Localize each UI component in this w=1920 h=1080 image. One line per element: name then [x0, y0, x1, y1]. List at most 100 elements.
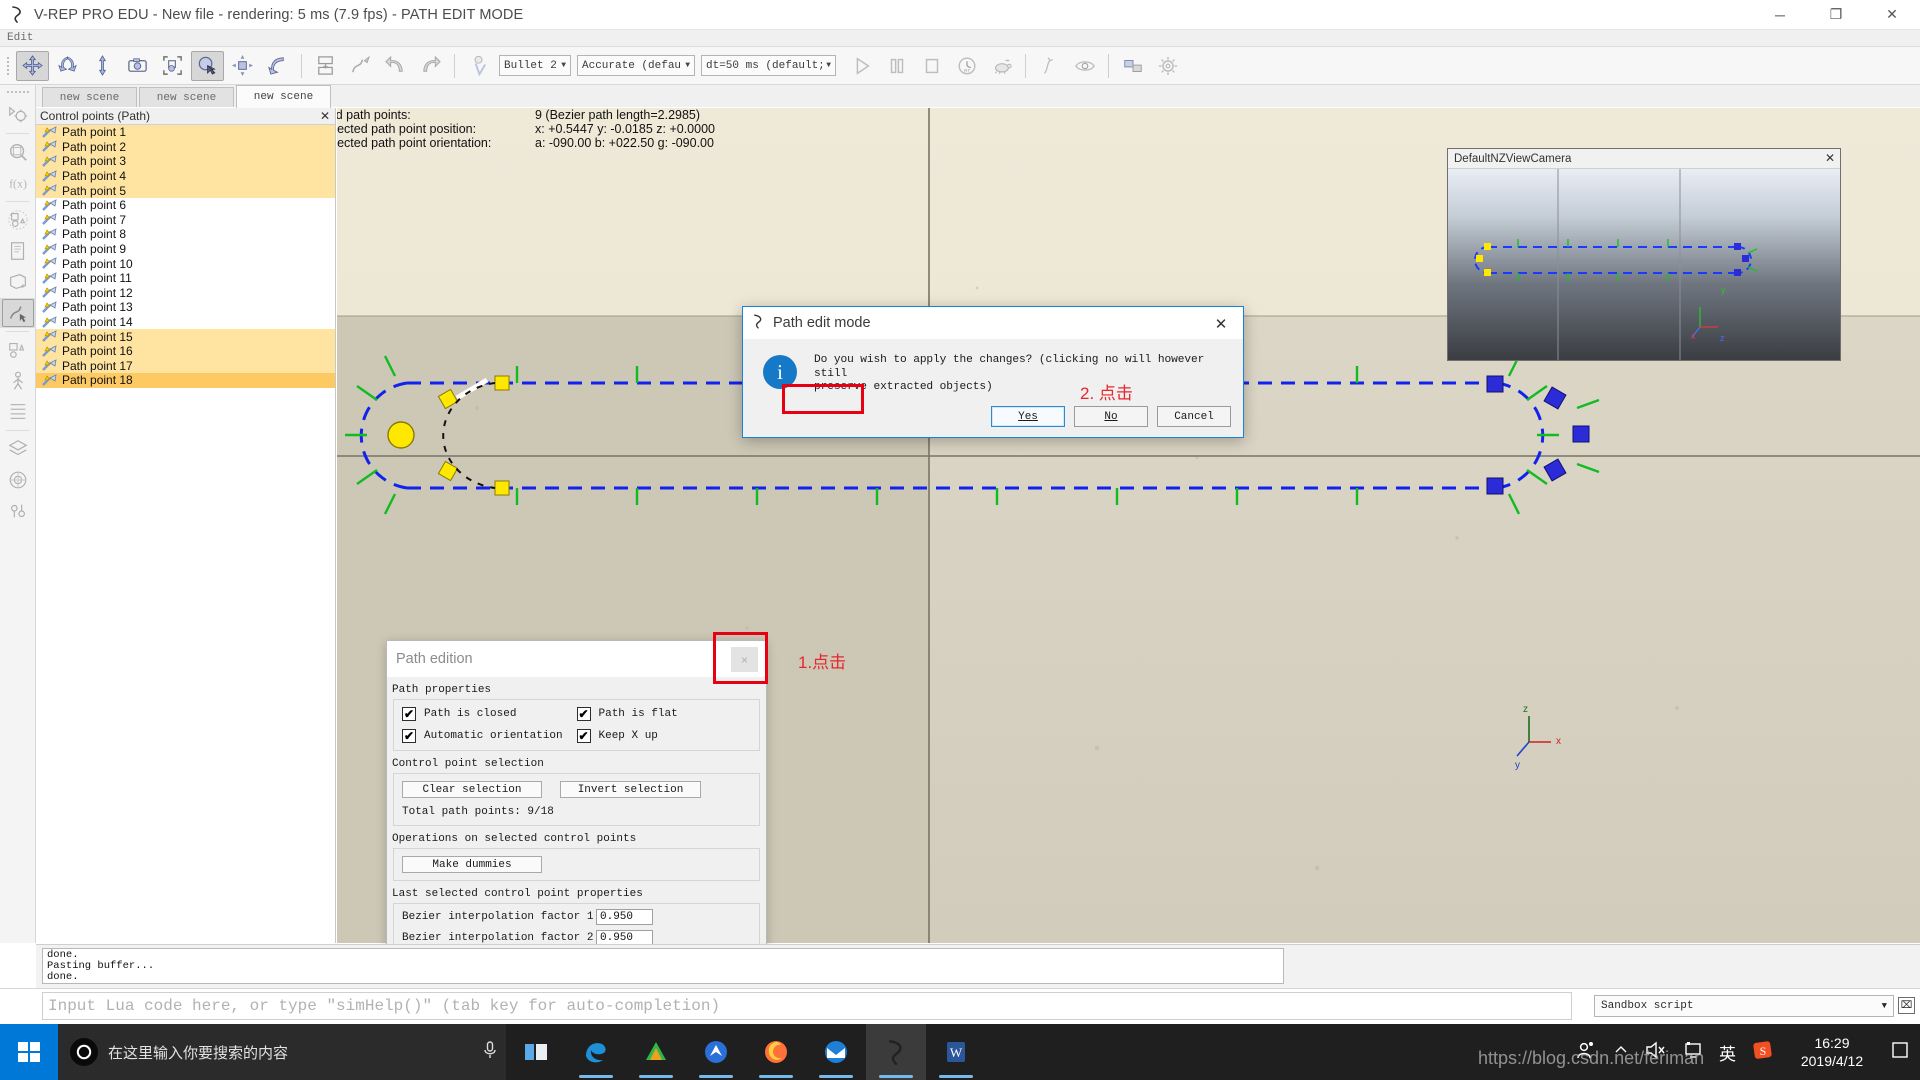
sogou-ime-icon[interactable]: S	[1752, 1039, 1774, 1066]
task-view-icon[interactable]	[506, 1024, 566, 1080]
hierarchy-row-path-point-17[interactable]: Path point 17	[36, 358, 335, 374]
yes-button[interactable]: Yes	[991, 406, 1065, 427]
hierarchy-row-path-point-8[interactable]: Path point 8	[36, 227, 335, 242]
thunderbird-icon[interactable]	[806, 1024, 866, 1080]
menu-item-edit[interactable]: Edit	[0, 30, 40, 47]
hierarchy-row-path-point-3[interactable]: Path point 3	[36, 154, 335, 169]
scene-hierarchy-icon[interactable]	[0, 267, 36, 297]
hierarchy-row-path-point-5[interactable]: Path point 5	[36, 183, 335, 198]
scene-tab-1[interactable]: new scene	[42, 87, 137, 107]
turtle-icon[interactable]	[985, 51, 1018, 81]
close-icon[interactable]: ✕	[1199, 307, 1243, 340]
toolbar-grip[interactable]	[4, 53, 12, 79]
redo-icon[interactable]	[414, 51, 447, 81]
object-rotate-icon[interactable]	[51, 51, 84, 81]
make-dummies-button[interactable]: Make dummies	[402, 856, 542, 873]
windows-start-icon[interactable]	[0, 1024, 58, 1080]
app-green-icon[interactable]	[626, 1024, 686, 1080]
firefox-icon[interactable]	[746, 1024, 806, 1080]
object-shift-icon[interactable]	[16, 50, 49, 81]
scene-tab-3[interactable]: new scene	[236, 85, 331, 108]
triangle-edit-icon[interactable]	[0, 335, 36, 365]
hierarchy-row-path-point-12[interactable]: Path point 12	[36, 286, 335, 301]
lua-bar-close-icon[interactable]: ⌧	[1898, 997, 1915, 1014]
page-selector-icon[interactable]	[226, 51, 259, 81]
path-edit-mode-icon[interactable]	[0, 298, 36, 328]
thread-icon[interactable]	[1033, 51, 1066, 81]
word-icon[interactable]: W	[926, 1024, 986, 1080]
field-bezier-factor-1-input[interactable]: 0.950	[596, 909, 653, 925]
minimize-button[interactable]: ─	[1752, 0, 1808, 30]
checkbox-keep-x-up[interactable]: ✔ Keep X up	[576, 729, 752, 743]
close-button[interactable]: ✕	[1864, 0, 1920, 30]
search-input[interactable]: 在这里输入你要搜索的内容	[108, 1042, 472, 1063]
hierarchy-row-path-point-15[interactable]: Path point 15	[36, 329, 335, 344]
assembly-icon[interactable]	[261, 51, 294, 81]
play-icon[interactable]	[845, 51, 878, 81]
vertex-edit-icon[interactable]	[0, 366, 36, 396]
path-edit-mode-dialog[interactable]: Path edit mode ✕ i Do you wish to apply …	[742, 306, 1244, 438]
object-select-icon[interactable]	[191, 50, 224, 81]
shape-edit-icon[interactable]	[0, 205, 36, 235]
timestep-combo[interactable]: dt=50 ms (default; ▼	[701, 55, 836, 76]
collapse-icon[interactable]	[309, 51, 342, 81]
physics-engine-combo[interactable]: Bullet 2 ▼	[499, 55, 571, 76]
rail-grip[interactable]	[0, 85, 35, 99]
hierarchy-row-path-point-11[interactable]: Path point 11	[36, 271, 335, 286]
scene-tab-2[interactable]: new scene	[139, 87, 234, 107]
maximize-button[interactable]: ❐	[1808, 0, 1864, 30]
invert-selection-button[interactable]: Invert selection	[560, 781, 701, 798]
calculation-modules-icon[interactable]	[0, 137, 36, 167]
hierarchy-row-path-point-10[interactable]: Path point 10	[36, 256, 335, 271]
notification-icon[interactable]	[1890, 1040, 1910, 1065]
settings-icon[interactable]	[0, 496, 36, 526]
microphone-icon[interactable]	[482, 1040, 498, 1065]
collections-icon[interactable]	[0, 465, 36, 495]
eye-visibility-icon[interactable]	[1068, 51, 1101, 81]
no-button[interactable]: No	[1074, 406, 1148, 427]
camera-fit-icon[interactable]	[156, 51, 189, 81]
path-edit-icon[interactable]	[344, 51, 377, 81]
scene-object-properties-icon[interactable]	[0, 100, 36, 130]
hierarchy-row-path-point-18[interactable]: Path point 18	[36, 373, 335, 388]
checkbox-path-is-flat[interactable]: ✔ Path is flat	[576, 707, 752, 721]
lua-input[interactable]: Input Lua code here, or type "simHelp()"…	[42, 992, 1572, 1020]
taskbar-clock[interactable]: 16:29 2019/4/12	[1790, 1034, 1874, 1070]
close-icon[interactable]: ✕	[320, 109, 330, 123]
checkbox-path-is-closed[interactable]: ✔ Path is closed	[402, 707, 577, 721]
hierarchy-row-path-point-16[interactable]: Path point 16	[36, 343, 335, 359]
checkbox-automatic-orientation[interactable]: ✔ Automatic orientation	[402, 729, 577, 743]
hierarchy-row-path-point-1[interactable]: Path point 1	[36, 125, 335, 140]
hierarchy-row-path-point-4[interactable]: Path point 4	[36, 168, 335, 184]
hierarchy-row-path-point-13[interactable]: Path point 13	[36, 300, 335, 315]
camera-view-window[interactable]: DefaultNZViewCamera ✕ y x z	[1447, 148, 1841, 361]
hierarchy-row-path-point-2[interactable]: Path point 2	[36, 139, 335, 155]
hierarchy-row-path-point-7[interactable]: Path point 7	[36, 213, 335, 228]
realtime-clock-icon[interactable]: RT	[950, 51, 983, 81]
accuracy-combo[interactable]: Accurate (defau ▼	[577, 55, 695, 76]
close-icon[interactable]: ✕	[1825, 151, 1835, 165]
console-output[interactable]: done. Pasting buffer... done.	[42, 948, 1284, 984]
edge-browser-icon[interactable]	[566, 1024, 626, 1080]
close-icon[interactable]: ×	[731, 647, 758, 672]
cancel-button[interactable]: Cancel	[1157, 406, 1231, 427]
ime-label[interactable]: 英	[1719, 1040, 1736, 1065]
layers-icon[interactable]	[0, 434, 36, 464]
dynamics-toggle-icon[interactable]	[462, 51, 495, 81]
pause-icon[interactable]	[880, 51, 913, 81]
vrep-icon[interactable]	[866, 1024, 926, 1080]
object-translate-z-icon[interactable]	[86, 51, 119, 81]
settings-gear-icon[interactable]	[1151, 51, 1184, 81]
edge-edit-icon[interactable]	[0, 397, 36, 427]
clear-selection-button[interactable]: Clear selection	[402, 781, 542, 798]
hierarchy-row-path-point-14[interactable]: Path point 14	[36, 315, 335, 330]
stop-icon[interactable]	[915, 51, 948, 81]
model-browser-icon[interactable]	[0, 236, 36, 266]
script-selector-combo[interactable]: Sandbox script ▼	[1594, 995, 1894, 1017]
taskbar-search-box[interactable]: 在这里输入你要搜索的内容	[58, 1024, 506, 1080]
camera-shift-icon[interactable]	[121, 51, 154, 81]
hierarchy-row-path-point-6[interactable]: Path point 6	[36, 198, 335, 213]
scripts-icon[interactable]: f(x)	[0, 168, 36, 198]
app-blue-icon[interactable]	[686, 1024, 746, 1080]
undo-icon[interactable]	[379, 51, 412, 81]
